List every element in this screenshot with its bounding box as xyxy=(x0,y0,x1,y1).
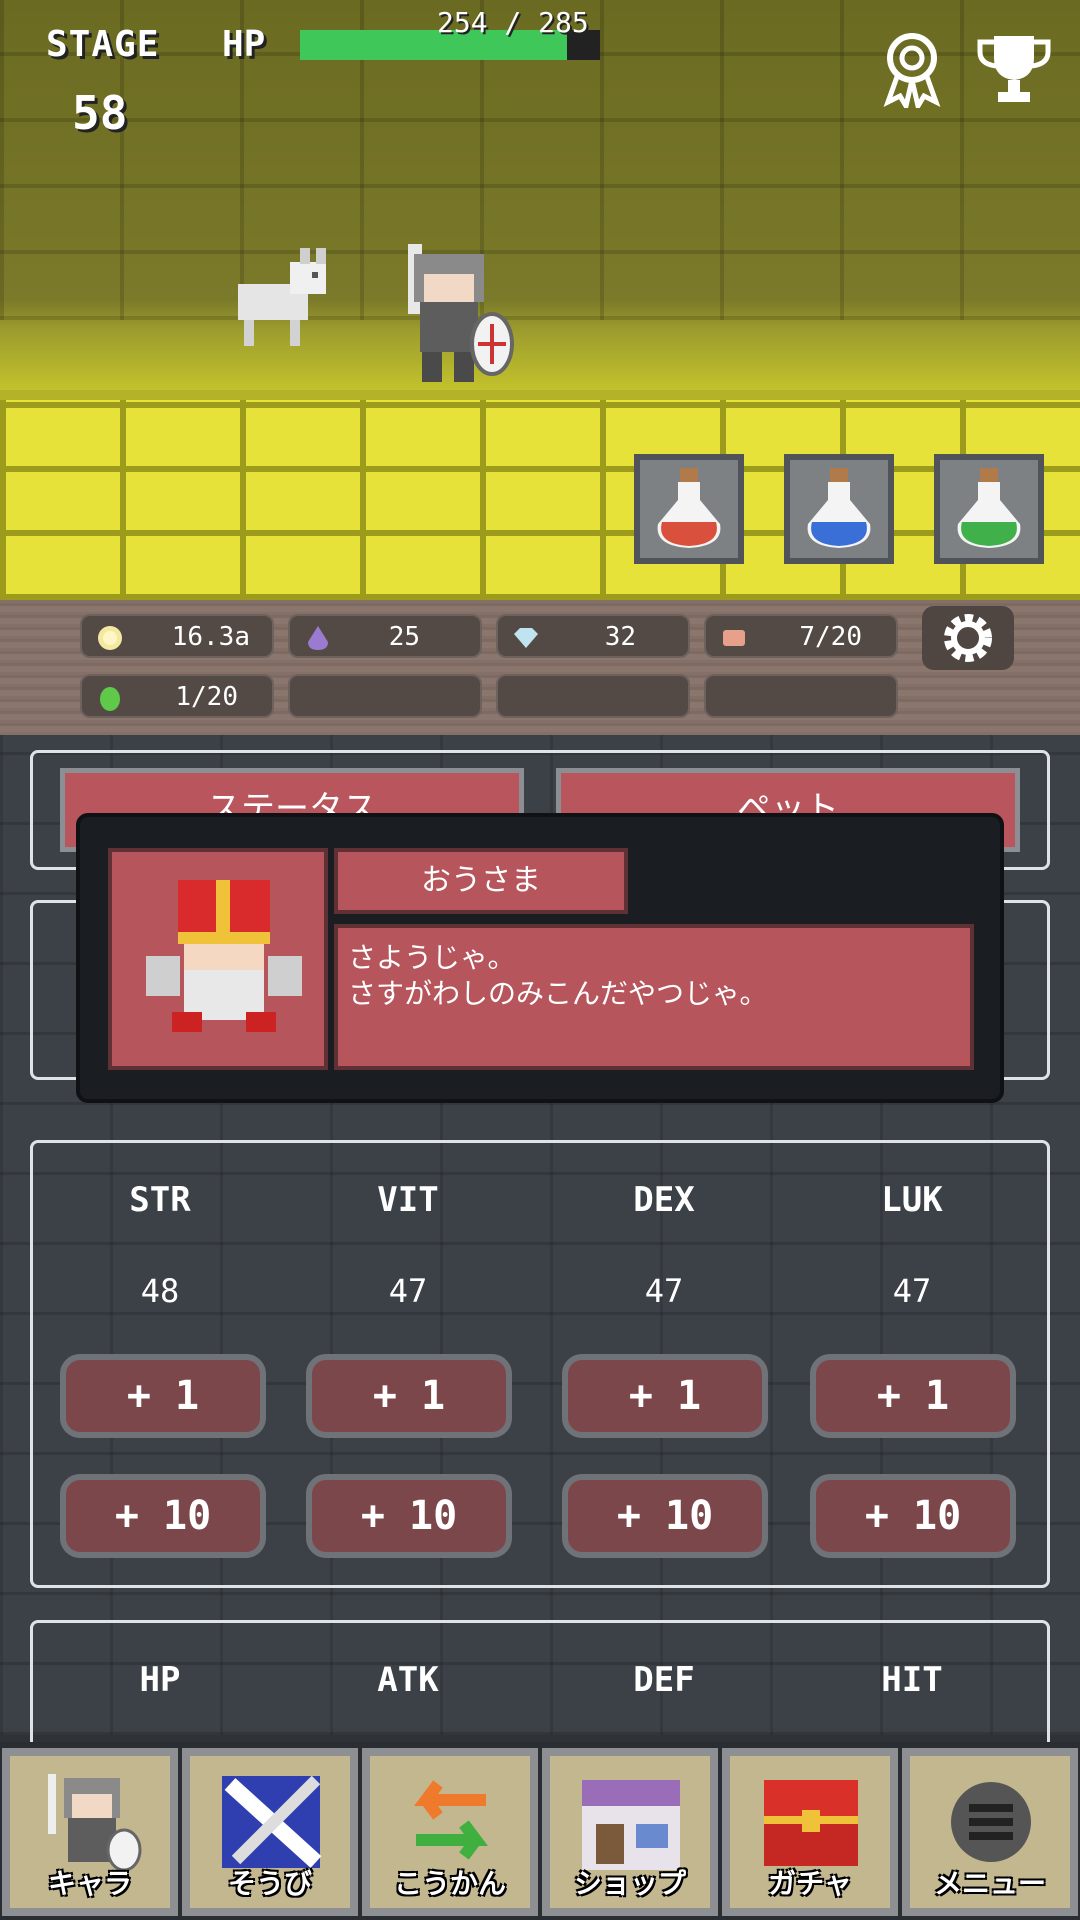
stat-value-luk: 47 xyxy=(892,1272,932,1310)
substat-label-atk: ATK xyxy=(377,1660,439,1700)
gacha-chest-icon xyxy=(764,1780,858,1866)
red-potion-button[interactable] xyxy=(634,454,744,564)
nav-menu[interactable]: メニュー xyxy=(902,1748,1078,1916)
scroll-icon xyxy=(723,630,745,646)
luk-plus-10-button[interactable]: + 10 xyxy=(810,1474,1016,1558)
red-potion-icon xyxy=(657,468,721,548)
gear-icon xyxy=(944,614,992,662)
dialog-speaker-name: おうさま xyxy=(334,848,628,914)
purple-gem-value: 25 xyxy=(388,622,420,652)
purple-gem-counter: 25 xyxy=(288,614,482,658)
coin-value: 16.3a xyxy=(171,622,250,652)
luk-plus-1-button[interactable]: + 1 xyxy=(810,1354,1016,1438)
stage-number: 58 xyxy=(72,86,128,140)
empty-counter-slot xyxy=(288,674,482,718)
substat-label-def: DEF xyxy=(633,1660,695,1700)
nav-exchange[interactable]: こうかん xyxy=(362,1748,538,1916)
stat-label-luk: LUK xyxy=(881,1180,943,1220)
purple-gem-icon xyxy=(308,626,328,650)
battle-scene: STAGE 58 HP 254 / 285 xyxy=(0,0,1080,600)
hero-knight-sprite xyxy=(378,244,514,394)
diamond-value: 32 xyxy=(604,622,636,652)
stat-label-vit: VIT xyxy=(377,1180,439,1220)
hp-value: 254 / 285 xyxy=(437,6,589,39)
ribbon-medal-icon[interactable] xyxy=(872,28,952,113)
settings-button[interactable] xyxy=(922,606,1014,670)
coin-counter: 16.3a xyxy=(80,614,274,658)
hp-label: HP xyxy=(222,24,266,65)
scroll-value: 7/20 xyxy=(799,622,862,652)
dex-plus-1-button[interactable]: + 1 xyxy=(562,1354,768,1438)
nav-exchange-label: こうかん xyxy=(393,1867,506,1900)
sword-icon xyxy=(222,1775,322,1868)
diamond-icon xyxy=(514,628,538,648)
substat-label-hit: HIT xyxy=(881,1660,943,1700)
empty-counter-slot xyxy=(496,674,690,718)
trophy-icon[interactable] xyxy=(974,28,1054,108)
menu-icon xyxy=(951,1782,1031,1862)
dex-plus-10-button[interactable]: + 10 xyxy=(562,1474,768,1558)
exchange-icon xyxy=(414,1780,488,1860)
nav-shop-label: ショップ xyxy=(573,1867,686,1900)
stat-label-dex: DEX xyxy=(633,1180,695,1220)
green-egg-icon xyxy=(100,687,120,711)
nav-shop[interactable]: ショップ xyxy=(542,1748,718,1916)
diamond-counter: 32 xyxy=(496,614,690,658)
nav-equip[interactable]: そうび xyxy=(182,1748,358,1916)
green-potion-button[interactable] xyxy=(934,454,1044,564)
blue-potion-button[interactable] xyxy=(784,454,894,564)
stat-value-dex: 47 xyxy=(644,1272,684,1310)
green-potion-icon xyxy=(957,468,1021,548)
pet-goat-sprite xyxy=(230,244,350,354)
nav-chara-label: キャラ xyxy=(47,1867,132,1900)
nav-gacha[interactable]: ガチャ xyxy=(722,1748,898,1916)
substat-label-hp: HP xyxy=(139,1660,181,1700)
stat-value-str: 48 xyxy=(140,1272,180,1310)
stat-label-str: STR xyxy=(129,1180,191,1220)
empty-counter-slot xyxy=(704,674,898,718)
dungeon-floor xyxy=(0,400,1080,600)
king-portrait xyxy=(108,848,328,1070)
vit-plus-10-button[interactable]: + 10 xyxy=(306,1474,512,1558)
egg-counter: 1/20 xyxy=(80,674,274,718)
egg-value: 1/20 xyxy=(175,682,238,712)
knight-icon xyxy=(48,1774,142,1872)
blue-potion-icon xyxy=(807,468,871,548)
vit-plus-1-button[interactable]: + 1 xyxy=(306,1354,512,1438)
bottom-nav: キャラ そうび こうかん ショップ ガチャ メニュー xyxy=(0,1742,1080,1920)
nav-menu-label: メニュー xyxy=(933,1867,1046,1900)
king-icon xyxy=(146,880,302,1032)
nav-gacha-label: ガチャ xyxy=(768,1867,852,1900)
shop-icon xyxy=(582,1780,680,1870)
nav-equip-label: そうび xyxy=(227,1867,312,1900)
str-plus-1-button[interactable]: + 1 xyxy=(60,1354,266,1438)
dialog-message: さようじゃ。 さすがわしのみこんだやつじゃ。 xyxy=(334,924,974,1070)
stat-value-vit: 47 xyxy=(388,1272,428,1310)
stage-label: STAGE xyxy=(46,24,160,65)
coin-icon xyxy=(98,626,122,650)
scroll-counter: 7/20 xyxy=(704,614,898,658)
nav-chara[interactable]: キャラ xyxy=(2,1748,178,1916)
str-plus-10-button[interactable]: + 10 xyxy=(60,1474,266,1558)
